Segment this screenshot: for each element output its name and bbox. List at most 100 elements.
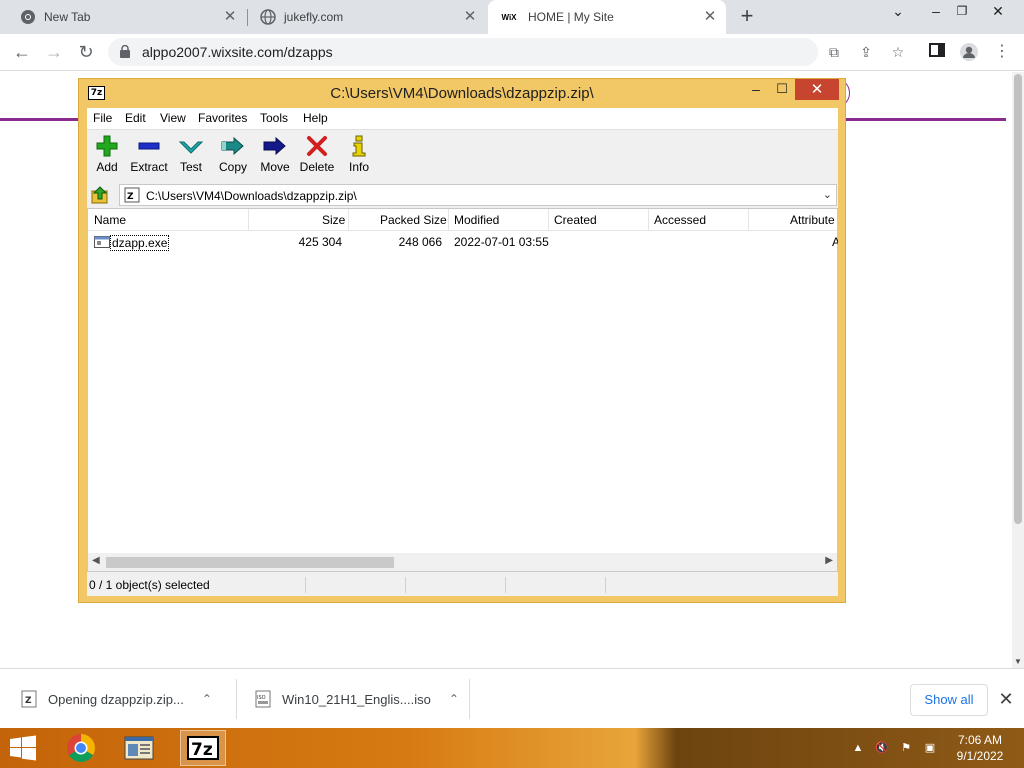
chevron-up-icon[interactable]: ⌃ (202, 692, 212, 706)
column-divider[interactable] (448, 209, 449, 231)
maximize-icon[interactable]: ☐ (769, 79, 795, 101)
scrollbar-thumb[interactable] (106, 557, 394, 568)
file-explorer-taskbar-button[interactable] (116, 730, 162, 766)
path-bar: Z C:\Users\VM4\Downloads\dzappzip.zip\ ⌄ (87, 182, 838, 208)
menu-help[interactable]: Help (303, 111, 328, 125)
iso-file-icon: ISO (255, 690, 271, 708)
menu-edit[interactable]: Edit (125, 111, 146, 125)
close-tab-icon[interactable]: ✕ (222, 9, 238, 25)
download-item[interactable]: Z Opening dzappzip.zip... ⌃ (20, 677, 212, 721)
restore-icon[interactable]: ❐ (946, 0, 978, 24)
7zip-logo-icon: 7z (187, 736, 219, 760)
download-item[interactable]: ISO Win10_21H1_Englis....iso ⌃ (254, 677, 459, 721)
address-bar[interactable]: alppo2007.wixsite.com/dzapps (108, 38, 818, 66)
column-divider[interactable] (248, 209, 249, 231)
download-label: Opening dzappzip.zip... (48, 691, 184, 707)
window-client: File Edit View Favorites Tools Help Add … (87, 108, 838, 596)
tab-jukefly[interactable]: jukefly.com ✕ (248, 0, 486, 34)
forward-arrow-icon[interactable]: → (42, 40, 66, 64)
add-button[interactable]: Add (85, 134, 129, 180)
zip-toolbar: Add Extract Test Copy Move Delete Info (87, 130, 838, 182)
windows-taskbar: 7z ▲ 🔇 ⚑ ▣ 7:06 AM 9/1/2022 (0, 728, 1024, 768)
chrome-taskbar-button[interactable] (58, 730, 104, 766)
menu-file[interactable]: File (93, 111, 112, 125)
chevron-down-icon[interactable]: ⌄ (823, 188, 832, 201)
side-panel-icon[interactable] (927, 42, 947, 62)
page-scrollbar[interactable]: ▼ (1012, 72, 1024, 668)
url-text: alppo2007.wixsite.com/dzapps (142, 44, 333, 60)
status-text: 0 / 1 object(s) selected (89, 578, 210, 592)
column-modified[interactable]: Modified (454, 213, 499, 227)
scroll-right-icon[interactable]: ▶ (825, 555, 833, 566)
move-button[interactable]: Move (253, 134, 297, 180)
column-divider[interactable] (548, 209, 549, 231)
explorer-icon (124, 736, 154, 760)
minimize-icon[interactable]: – (743, 79, 769, 101)
close-tab-icon[interactable]: ✕ (462, 9, 478, 25)
menu-kebab-icon[interactable]: ⋮ (992, 42, 1012, 62)
lock-icon (120, 45, 130, 58)
translate-icon[interactable]: ⧉ (824, 42, 844, 62)
show-hidden-icons-chevron-icon[interactable]: ▲ (850, 740, 866, 756)
share-icon[interactable]: ⇪ (856, 42, 876, 62)
volume-muted-icon[interactable]: 🔇 (874, 740, 890, 756)
column-name[interactable]: Name (94, 213, 126, 227)
check-down-icon (179, 134, 203, 158)
column-divider[interactable] (748, 209, 749, 231)
chrome-icon (67, 734, 95, 762)
close-shelf-icon[interactable]: ✕ (996, 689, 1016, 709)
7zip-taskbar-button[interactable]: 7z (180, 730, 226, 766)
start-button[interactable] (0, 730, 46, 766)
column-size[interactable]: Size (322, 213, 345, 227)
back-arrow-icon[interactable]: ← (10, 40, 34, 64)
double-arrow-icon (221, 134, 245, 158)
action-center-flag-icon[interactable]: ⚑ (898, 740, 914, 756)
file-name-cell[interactable]: dzapp.exe (110, 235, 170, 251)
copy-button[interactable]: Copy (211, 134, 255, 180)
close-window-icon[interactable]: ✕ (982, 0, 1014, 24)
window-titlebar[interactable]: 7z C:\Users\VM4\Downloads\dzappzip.zip\ … (79, 79, 845, 107)
scroll-left-icon[interactable]: ◀ (92, 555, 100, 566)
menu-view[interactable]: View (160, 111, 186, 125)
info-icon (347, 134, 371, 158)
bookmark-star-icon[interactable]: ☆ (888, 42, 908, 62)
column-attributes[interactable]: Attribute (790, 213, 835, 227)
menu-favorites[interactable]: Favorites (198, 111, 247, 125)
zip-file-icon: Z (21, 690, 37, 708)
close-tab-icon[interactable]: ✕ (702, 9, 718, 25)
browser-toolbar: ← → ↻ alppo2007.wixsite.com/dzapps ⧉ ⇪ ☆… (0, 34, 1024, 71)
folder-up-icon[interactable] (91, 186, 109, 204)
tab-title: HOME | My Site (528, 10, 614, 24)
column-accessed[interactable]: Accessed (654, 213, 706, 227)
show-all-button[interactable]: Show all (910, 684, 988, 716)
profile-avatar-icon[interactable] (959, 42, 979, 62)
test-button[interactable]: Test (169, 134, 213, 180)
chevron-up-icon[interactable]: ⌃ (449, 692, 459, 706)
extract-button[interactable]: Extract (127, 134, 171, 180)
chrome-icon (20, 9, 36, 25)
column-packed-size[interactable]: Packed Size (380, 213, 447, 227)
delete-button[interactable]: Delete (295, 134, 339, 180)
tab-new-tab[interactable]: New Tab ✕ (0, 0, 246, 34)
horizontal-scrollbar[interactable]: ◀ ▶ (88, 553, 837, 571)
column-divider[interactable] (648, 209, 649, 231)
path-combobox[interactable]: Z C:\Users\VM4\Downloads\dzappzip.zip\ ⌄ (119, 184, 837, 206)
wix-icon: WiX (501, 12, 517, 22)
svg-text:ISO: ISO (257, 695, 266, 701)
menu-tools[interactable]: Tools (260, 111, 288, 125)
reload-icon[interactable]: ↻ (74, 40, 98, 64)
delete-label: Delete (299, 160, 335, 174)
path-text: C:\Users\VM4\Downloads\dzappzip.zip\ (146, 189, 357, 203)
new-tab-button[interactable]: + (736, 5, 758, 28)
scrollbar-thumb[interactable] (1014, 74, 1022, 524)
info-label: Info (348, 160, 369, 174)
close-window-button[interactable]: ✕ (795, 79, 839, 100)
system-clock[interactable]: 7:06 AM 9/1/2022 (950, 732, 1010, 764)
column-created[interactable]: Created (554, 213, 597, 227)
info-button[interactable]: Info (337, 134, 381, 180)
column-divider[interactable] (348, 209, 349, 231)
network-icon[interactable]: ▣ (922, 740, 938, 756)
tab-search-chevron-icon[interactable]: ⌄ (882, 0, 914, 24)
scroll-down-icon[interactable]: ▼ (1012, 657, 1024, 666)
tab-my-site[interactable]: WiX HOME | My Site ✕ (488, 0, 726, 34)
